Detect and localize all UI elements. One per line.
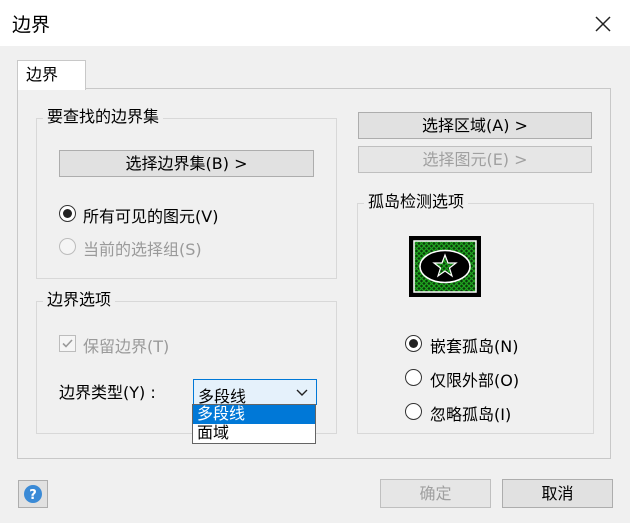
radio-current-selection-label: 当前的选择组(S) [83, 240, 202, 259]
close-icon[interactable] [593, 14, 613, 34]
title-bar [0, 0, 630, 46]
retain-boundary-checkbox[interactable] [59, 335, 76, 352]
dropdown-option-region[interactable]: 面域 [193, 424, 315, 443]
island-detection-group: 孤岛检测选项 嵌套孤岛(N) 仅限外部(O) 忽略孤岛(I) [357, 193, 594, 434]
retain-boundary-label: 保留边界(T) [83, 337, 170, 356]
check-icon [62, 339, 73, 348]
chevron-down-icon [296, 389, 308, 396]
radio-all-visible[interactable] [59, 205, 76, 222]
boundary-type-dropdown-list: 多段线 面域 [192, 404, 316, 444]
select-element-button: 选择图元(E) > [358, 146, 592, 173]
boundary-type-label: 边界类型(Y) : [59, 383, 156, 402]
radio-current-selection[interactable] [59, 238, 76, 255]
help-icon: ? [24, 485, 42, 503]
boundary-type-select[interactable]: 多段线 [193, 379, 317, 406]
radio-nested-island-label[interactable]: 嵌套孤岛(N) [430, 333, 518, 357]
radio-all-visible-label[interactable]: 所有可见的图元(V) [83, 203, 218, 227]
boundary-options-group-label: 边界选项 [43, 291, 116, 309]
radio-ignore-island[interactable] [405, 403, 422, 420]
radio-ignore-island-label[interactable]: 忽略孤岛(I) [430, 401, 511, 425]
select-boundary-set-button[interactable]: 选择边界集(B) > [59, 150, 314, 177]
radio-nested-island[interactable] [405, 335, 422, 352]
help-button[interactable]: ? [18, 480, 48, 508]
svg-text:?: ? [29, 488, 37, 503]
boundary-set-group: 要查找的边界集 选择边界集(B) > 所有可见的图元(V) 当前的选择组(S) [36, 108, 337, 279]
select-area-button[interactable]: 选择区域(A) > [358, 112, 592, 139]
dropdown-option-polyline[interactable]: 多段线 [193, 405, 315, 424]
radio-outer-only-label[interactable]: 仅限外部(O) [430, 367, 519, 391]
window-title: 边界 [12, 14, 51, 36]
ok-button[interactable]: 确定 [380, 479, 491, 508]
cancel-button[interactable]: 取消 [502, 479, 613, 508]
tab-boundary[interactable]: 边界 [17, 60, 86, 90]
radio-outer-only[interactable] [405, 369, 422, 386]
boundary-set-group-label: 要查找的边界集 [43, 108, 164, 126]
island-preview-image [409, 236, 481, 297]
island-detection-group-label: 孤岛检测选项 [364, 193, 469, 211]
